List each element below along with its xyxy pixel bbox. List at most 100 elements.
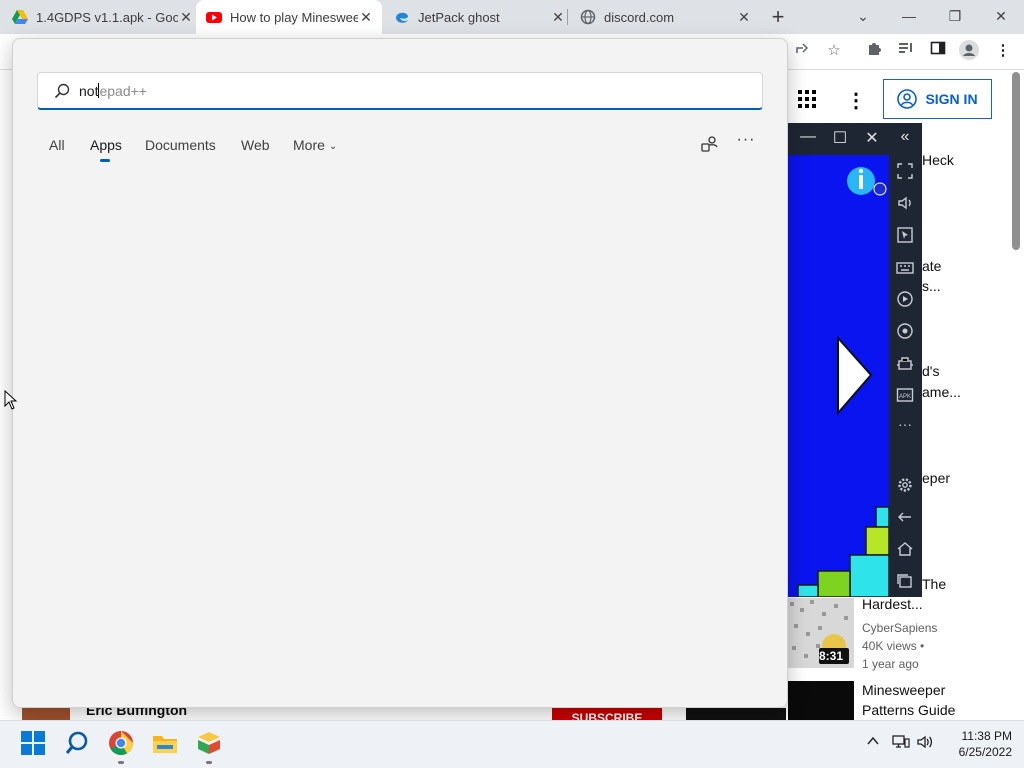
volume-icon[interactable] [916,734,934,752]
rotate-icon[interactable] [896,322,914,340]
cursor-lock-icon[interactable] [896,226,914,244]
tab-title: discord.com [604,9,675,25]
selected-filter-indicator [100,159,110,162]
tab-divider [567,9,568,25]
account-circle-icon [897,89,918,109]
search-icon[interactable] [64,730,90,756]
video-channel[interactable]: CyberSapiens [862,621,937,635]
edge-icon [396,12,408,23]
show-hidden-icons-chevron-icon[interactable] [864,734,882,752]
sign-in-button[interactable]: SIGN IN [883,79,992,119]
side-panel-icon[interactable] [927,40,949,62]
minimize-button[interactable]: — [886,0,932,34]
tab-youtube-active[interactable]: How to play Minesweeper ✕ [196,0,382,34]
emulator-close-icon[interactable]: ✕ [862,128,882,148]
home-icon[interactable] [896,540,914,558]
multi-instance-icon[interactable] [896,354,914,372]
globe-icon [580,9,596,25]
new-tab-button[interactable]: + [766,4,790,30]
filter-documents[interactable]: Documents [145,137,216,153]
emulator-collapse-sidebar-icon[interactable]: « [895,128,915,146]
close-window-button[interactable]: ✕ [978,0,1024,34]
video-thumbnail-patterns[interactable] [788,681,854,720]
macro-recorder-icon[interactable] [896,290,914,308]
video-age: 1 year ago [862,657,919,671]
tab-google-drive[interactable]: 1.4GDPS v1.1.apk - Google Drive ✕ [12,0,194,34]
emulator-minimize-icon[interactable]: — [798,128,818,146]
bluestacks-icon[interactable] [196,730,222,756]
video-views: 40K views • [862,639,925,653]
video-title-fragment[interactable]: s... [922,278,941,294]
youtube-icon [206,12,222,23]
chrome-menu-icon[interactable]: ⋮ [992,40,1014,62]
emulator-maximize-icon[interactable]: ☐ [830,128,850,148]
tab-close-icon[interactable]: ✕ [550,9,566,26]
volume-icon[interactable] [896,194,914,212]
filter-more[interactable]: More ⌄ [293,137,337,153]
video-title-fragment[interactable]: The [922,576,946,592]
search-input[interactable]: notepad++ [37,72,763,110]
network-icon[interactable] [892,734,910,752]
search-autocomplete-suggestion: epad++ [99,83,147,99]
recent-apps-icon[interactable] [896,572,914,590]
tab-discord[interactable]: discord.com ✕ [570,0,752,34]
bookmark-star-icon[interactable]: ☆ [823,40,845,62]
more-options-icon[interactable]: ··· [896,416,914,434]
youtube-apps-grid-icon[interactable] [798,90,816,108]
video-title[interactable]: Hardest... [862,596,923,612]
tab-search-dropdown-icon[interactable]: ⌄ [840,0,886,34]
search-query-text: notepad++ [79,83,147,99]
chrome-icon[interactable] [108,730,134,756]
video-title-fragment[interactable]: d's [922,363,939,379]
fullscreen-icon[interactable] [896,162,914,180]
page-scrollbar[interactable] [1012,72,1020,250]
youtube-settings-more-icon[interactable]: ⋮ [846,88,866,112]
tab-close-icon[interactable]: ✕ [178,9,194,26]
video-duration-badge: 8:31 [819,649,844,663]
video-title-fragment[interactable]: eper [922,470,950,486]
share-icon[interactable] [791,40,813,62]
windows-start-icon[interactable] [20,730,46,756]
tab-title: 1.4GDPS v1.1.apk - Google Drive [36,9,178,25]
mouse-cursor-icon [4,390,18,410]
video-title-line[interactable]: Patterns Guide [862,702,955,718]
back-arrow-icon[interactable] [896,508,914,526]
svg-text:APK: APK [899,394,911,400]
video-title-line[interactable]: Minesweeper [862,682,945,698]
windows-search-panel: notepad++ All Apps Documents Web More ⌄ ·… [12,38,788,708]
emulator-sidebar [889,155,922,597]
system-clock[interactable]: 11:38 PM 6/25/2022 [942,728,1012,760]
sign-in-label: SIGN IN [925,91,978,107]
video-title-fragment[interactable]: Heck [922,152,954,168]
video-title-fragment[interactable]: ame... [922,384,961,400]
install-apk-icon[interactable]: APK [896,386,914,404]
tab-jetpack-ghost[interactable]: JetPack ghost ✕ [384,0,566,34]
video-thumbnail-dark[interactable] [686,708,786,720]
filter-all[interactable]: All [49,137,65,153]
keyboard-controls-icon[interactable] [896,258,914,276]
file-explorer-icon[interactable] [152,730,178,756]
settings-gear-icon[interactable] [896,476,914,494]
media-control-icon[interactable] [895,40,917,62]
clock-time: 11:38 PM [961,729,1012,743]
filter-apps[interactable]: Apps [90,137,122,153]
search-options-icon[interactable]: ··· [736,131,756,151]
clock-date: 6/25/2022 [958,745,1012,759]
tab-close-icon[interactable]: ✕ [736,9,752,26]
filter-more-label: More [293,137,325,153]
extensions-icon[interactable] [863,40,885,62]
restore-button[interactable]: ❐ [932,0,978,34]
search-typed-text: not [79,83,99,99]
tab-close-icon[interactable]: ✕ [358,9,374,26]
account-switch-icon[interactable] [701,135,719,153]
video-title-fragment[interactable]: ate [922,258,941,274]
tab-title: JetPack ghost [418,9,500,25]
search-icon [54,83,70,99]
chevron-down-icon: ⌄ [328,141,338,152]
profile-avatar-icon[interactable] [958,40,980,62]
running-indicator [118,761,124,764]
browser-tab-strip: 1.4GDPS v1.1.apk - Google Drive ✕ How to… [0,0,1024,34]
google-drive-icon [12,10,28,24]
filter-web[interactable]: Web [241,137,270,153]
tab-title: How to play Minesweeper [230,9,358,25]
